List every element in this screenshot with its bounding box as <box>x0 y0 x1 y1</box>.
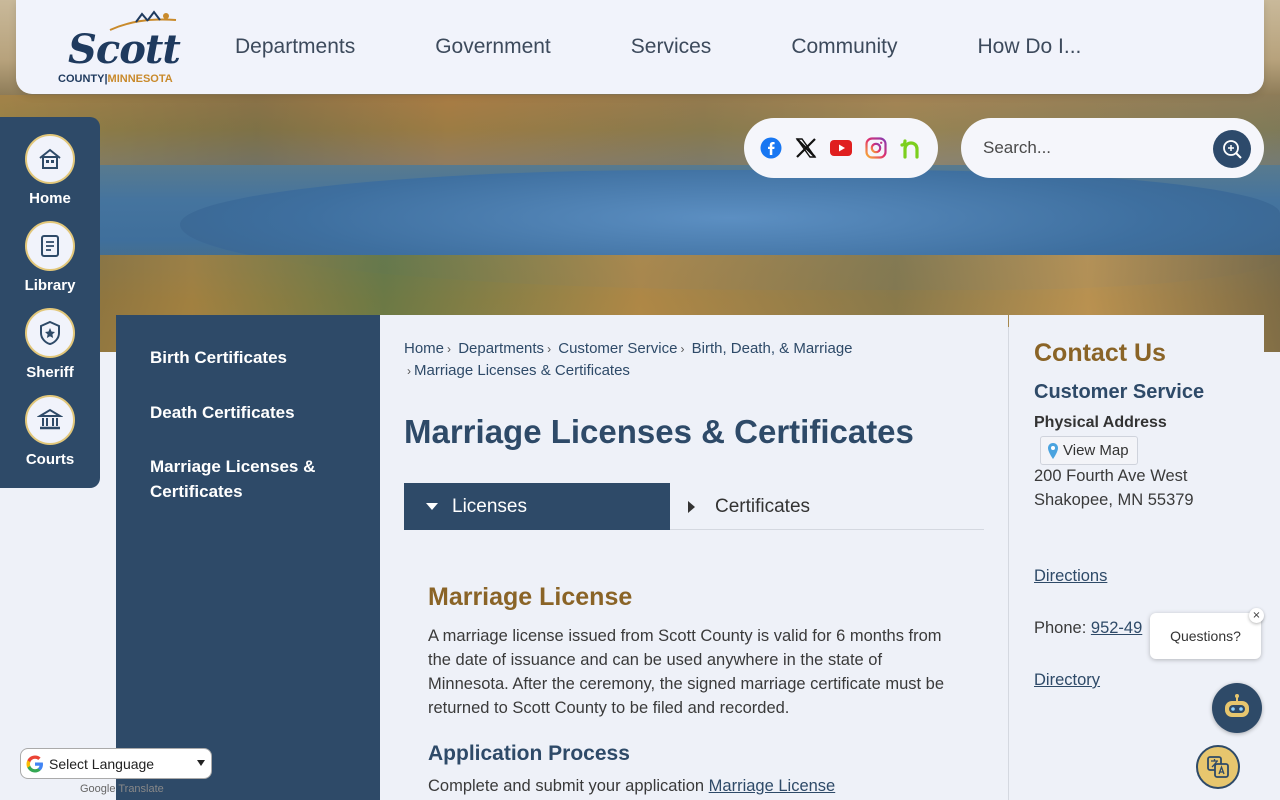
youtube-icon[interactable] <box>829 136 853 160</box>
search-button[interactable] <box>1213 130 1251 168</box>
social-links <box>744 118 938 178</box>
page-title: Marriage Licenses & Certificates <box>404 413 914 450</box>
instagram-icon[interactable] <box>864 136 888 160</box>
search-icon <box>1223 140 1242 159</box>
logo-wordmark: Scott <box>68 26 181 73</box>
badge-icon <box>40 320 60 346</box>
quick-links-bar: Home Library Sheriff Courts <box>0 117 100 488</box>
directory-link[interactable]: Directory <box>1034 671 1100 690</box>
caret-right-icon <box>688 500 695 513</box>
close-icon[interactable]: × <box>1249 608 1264 623</box>
section-side-menu: Birth Certificates Death Certificates Ma… <box>116 315 380 800</box>
tab-certificates[interactable]: Certificates <box>670 483 984 530</box>
translate-icon <box>1207 756 1229 778</box>
content-tabs: Licenses Certificates <box>404 483 984 530</box>
logo-county-state: COUNTY|MINNESOTA <box>58 73 173 85</box>
quick-link-label: Library <box>24 277 76 294</box>
side-menu-birth-certificates[interactable]: Birth Certificates <box>150 345 360 370</box>
breadcrumb: Home › Departments › Customer Service › Bir… <box>404 340 853 379</box>
chat-prompt-bubble[interactable]: Questions? <box>1150 613 1261 659</box>
contact-heading: Contact Us <box>1034 339 1166 367</box>
side-menu-marriage-licenses[interactable]: Marriage Licenses & Certificates <box>150 454 360 504</box>
quick-link-label: Home <box>29 190 71 207</box>
accessibility-translate-button[interactable] <box>1196 745 1240 789</box>
courthouse-icon <box>37 408 63 430</box>
caret-down-icon <box>426 503 438 510</box>
directions-link[interactable]: Directions <box>1034 567 1107 586</box>
side-menu-death-certificates[interactable]: Death Certificates <box>150 400 360 425</box>
phone-link[interactable]: 952-49 <box>1091 619 1142 637</box>
nav-departments[interactable]: Departments <box>211 35 395 59</box>
main-nav: Departments Government Services Communit… <box>211 0 1121 94</box>
contact-org: Customer Service <box>1034 381 1205 403</box>
search-input[interactable] <box>983 134 1203 162</box>
quick-link-home[interactable]: Home <box>0 134 100 207</box>
robot-icon <box>1225 694 1249 717</box>
address-line-1: 200 Fourth Ave West <box>1034 467 1188 485</box>
address-line-2: Shakopee, MN 55379 <box>1034 491 1194 509</box>
main-content: Home › Departments › Customer Service › Bir… <box>380 315 1008 800</box>
quick-link-library[interactable]: Library <box>0 221 100 294</box>
application-text: Complete and submit your application Mar… <box>428 777 836 795</box>
quick-link-label: Sheriff <box>26 364 74 381</box>
breadcrumb-departments[interactable]: Departments <box>458 340 544 357</box>
breadcrumb-birth-death-marriage[interactable]: Birth, Death, & Marriage <box>692 340 853 357</box>
address-label: Physical Address <box>1034 414 1167 431</box>
subsection-title: Application Process <box>428 742 630 765</box>
phone-line: Phone: 952-49 <box>1034 619 1143 637</box>
nav-services[interactable]: Services <box>591 35 752 59</box>
google-g-icon <box>26 755 43 772</box>
facebook-icon[interactable] <box>759 136 783 160</box>
scott-county-logo[interactable]: Scott COUNTY|MINNESOTA <box>56 8 191 88</box>
nextdoor-icon[interactable] <box>899 136 923 160</box>
tab-licenses[interactable]: Licenses <box>404 483 670 530</box>
nav-community[interactable]: Community <box>751 35 937 59</box>
nav-government[interactable]: Government <box>395 35 591 59</box>
marriage-license-link[interactable]: Marriage License <box>709 777 836 795</box>
x-icon[interactable] <box>794 136 818 160</box>
section-title: Marriage License <box>428 583 633 611</box>
view-map-button[interactable]: View Map <box>1040 436 1138 465</box>
breadcrumb-customer-service[interactable]: Customer Service <box>558 340 677 357</box>
site-header: Scott COUNTY|MINNESOTA Departments Gover… <box>16 0 1264 94</box>
map-pin-icon <box>1048 442 1058 459</box>
quick-link-sheriff[interactable]: Sheriff <box>0 308 100 381</box>
powered-by-google: Google Translate <box>80 783 164 795</box>
home-icon <box>39 148 61 169</box>
quick-link-courts[interactable]: Courts <box>0 395 100 468</box>
language-select[interactable]: Select Language <box>20 748 212 779</box>
breadcrumb-home[interactable]: Home <box>404 340 444 357</box>
license-description: A marriage license issued from Scott Cou… <box>428 627 945 717</box>
breadcrumb-current[interactable]: Marriage Licenses & Certificates <box>414 362 630 379</box>
quick-link-label: Courts <box>25 451 75 468</box>
chevron-down-icon <box>197 760 205 766</box>
nav-how-do-i[interactable]: How Do I... <box>938 35 1122 59</box>
book-icon <box>41 235 59 257</box>
site-search <box>961 118 1264 178</box>
chatbot-button[interactable] <box>1212 683 1262 733</box>
